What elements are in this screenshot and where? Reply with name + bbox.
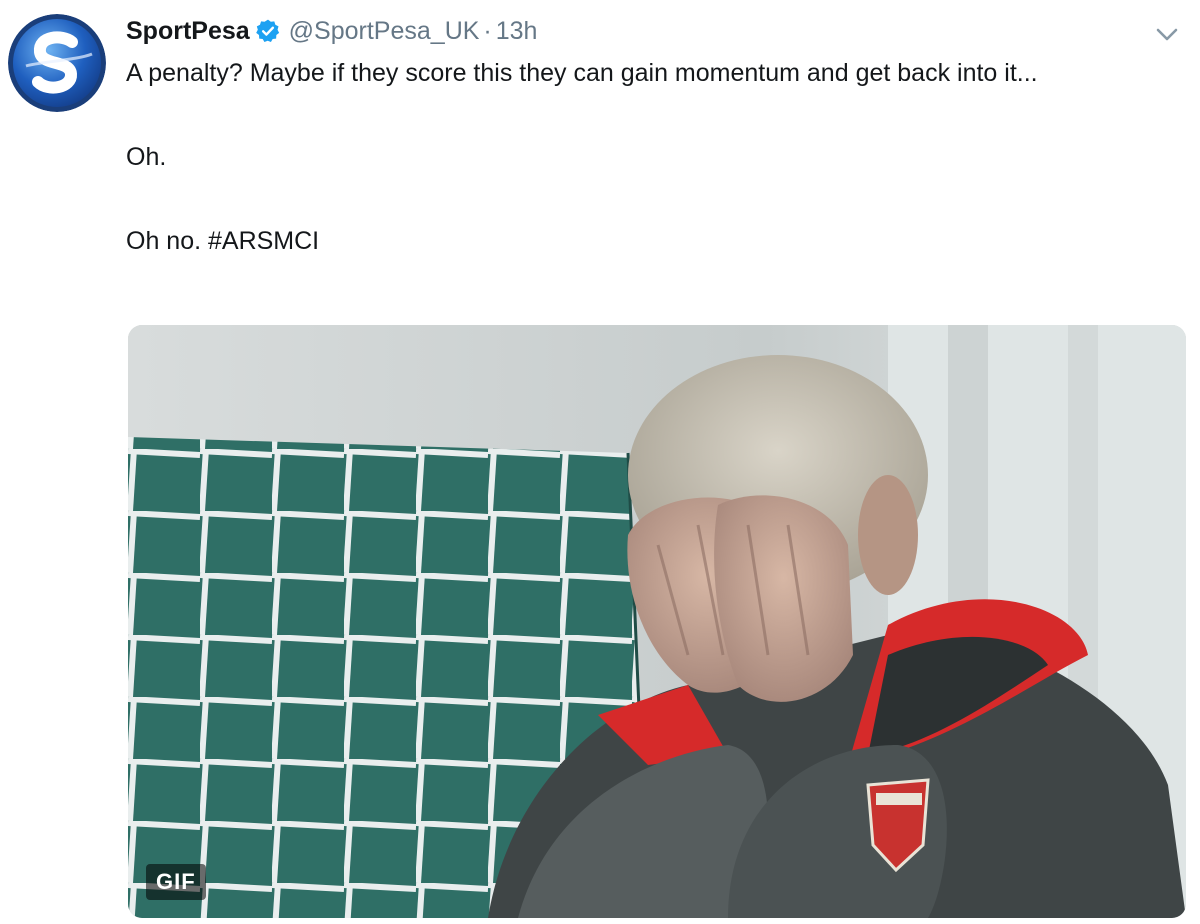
tweet-card: SportPesa @SportPesa_UK · 13h A penalty?… [0,0,1200,924]
tweet-header: SportPesa @SportPesa_UK · 13h [126,14,537,48]
gif-badge: GIF [146,864,206,900]
gif-frame-image [128,325,1186,918]
chevron-down-icon[interactable] [1152,22,1182,46]
avatar[interactable] [8,14,106,112]
tweet-text: A penalty? Maybe if they score this they… [126,54,1166,260]
tweet-text-line: Oh no. #ARSMCI [126,227,320,255]
verified-badge-icon [255,19,279,43]
separator-dot: · [483,16,492,45]
display-name[interactable]: SportPesa [126,17,250,46]
sportpesa-logo-icon [8,14,106,112]
handle[interactable]: @SportPesa_UK [289,17,480,46]
tweet-text-line: Oh. [126,143,167,171]
tweet-text-line: A penalty? Maybe if they score this they… [126,59,1038,87]
media-gif[interactable]: GIF [128,325,1186,918]
timestamp[interactable]: 13h [496,17,538,46]
